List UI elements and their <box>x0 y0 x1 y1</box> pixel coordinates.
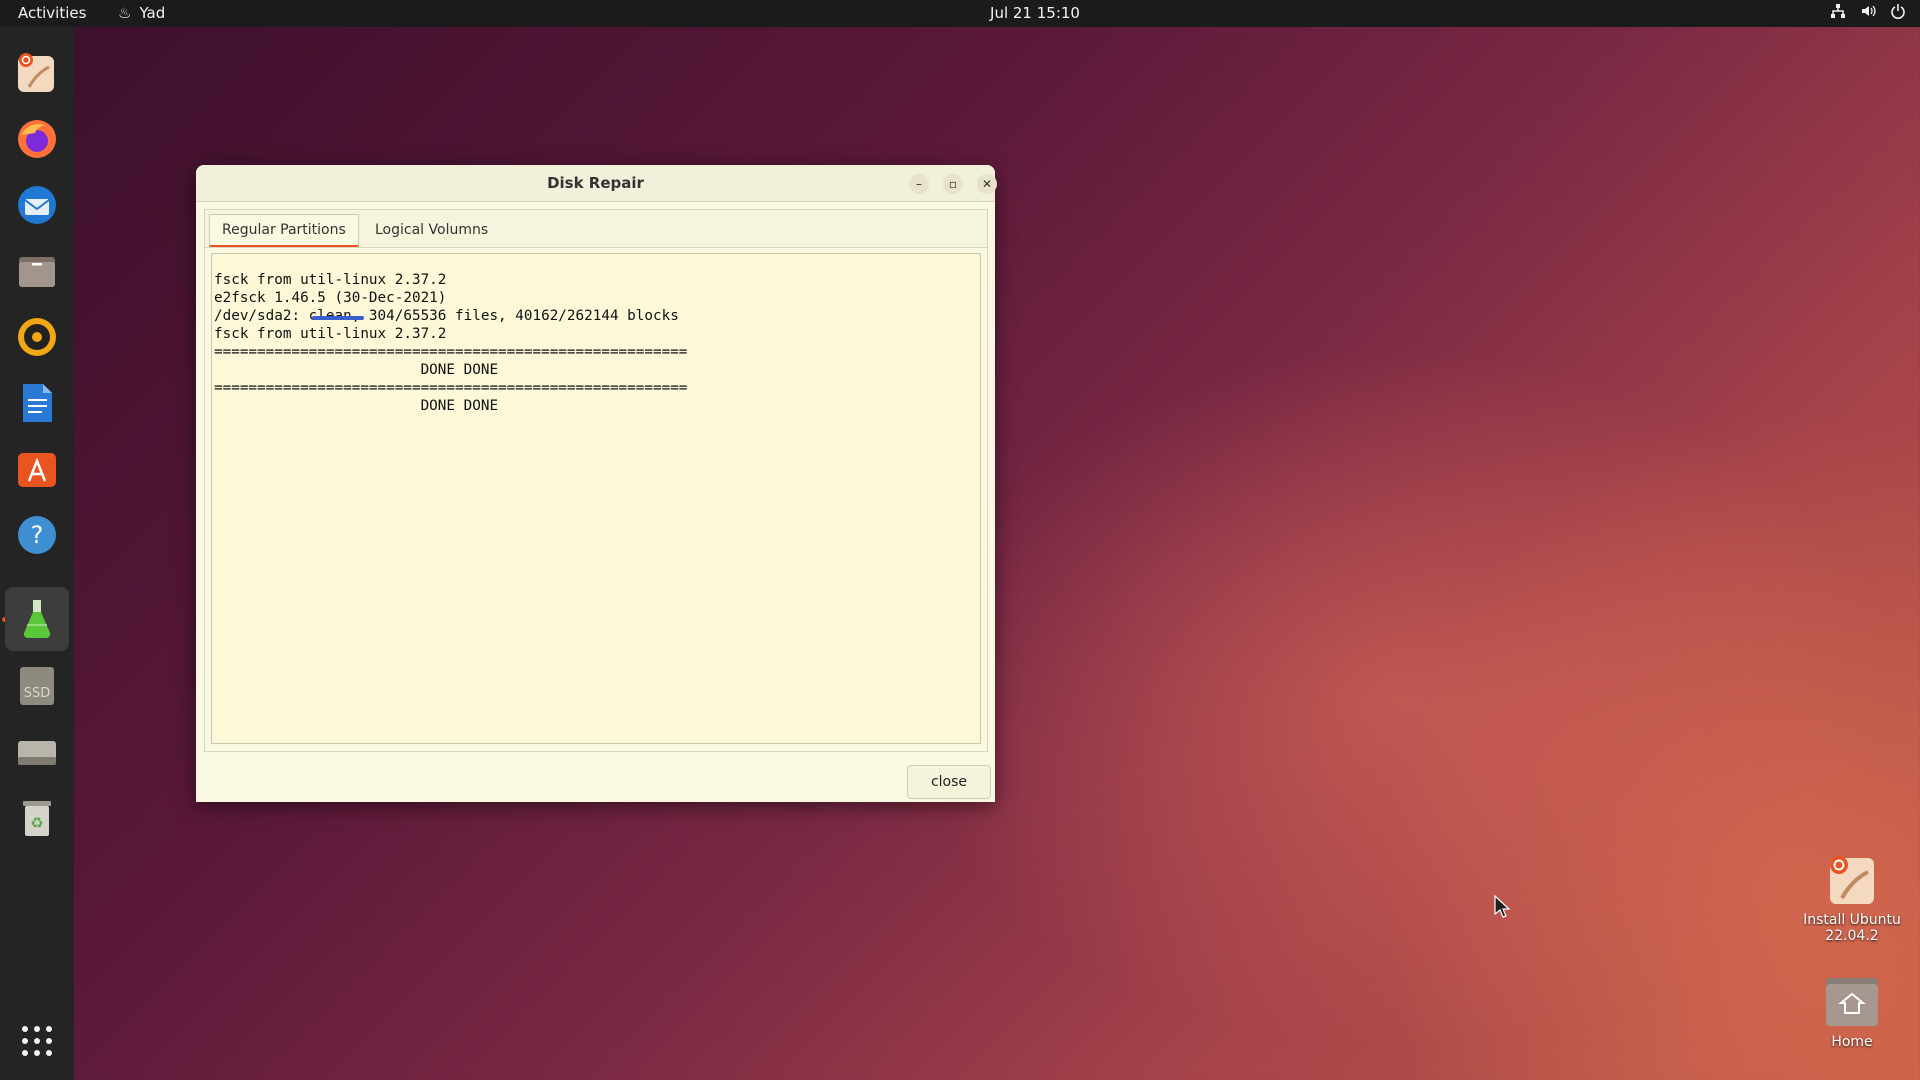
minimize-icon[interactable]: – <box>909 174 929 194</box>
tab-panel: fsck from util-linux 2.37.2 e2fsck 1.46.… <box>204 247 988 752</box>
ubuntu-installer-icon[interactable] <box>13 49 61 97</box>
network-icon[interactable] <box>1830 3 1846 23</box>
mouse-cursor-icon <box>1494 894 1511 923</box>
disk-repair-window: Disk Repair – ▫ ✕ Regular Partitions Log… <box>196 165 997 802</box>
install-ubuntu-label-line2: 22.04.2 <box>1825 928 1879 944</box>
install-ubuntu-label-line1: Install Ubuntu <box>1803 912 1901 928</box>
ssd-icon-label: SSD <box>24 686 51 701</box>
app-center-icon[interactable] <box>13 445 61 493</box>
rhythmbox-icon[interactable] <box>13 313 61 361</box>
home-folder-icon <box>1822 978 1882 1034</box>
yad-flask-icon[interactable] <box>5 587 69 651</box>
volume-icon[interactable] <box>1860 3 1876 23</box>
window-title: Disk Repair <box>547 174 644 192</box>
tab-regular-partitions[interactable]: Regular Partitions <box>209 214 359 248</box>
firefox-icon[interactable] <box>13 115 61 163</box>
top-bar: Activities ♨ Yad Jul 21 15:10 <box>0 0 1920 27</box>
selection-underline <box>312 316 364 320</box>
trash-icon[interactable]: ♻ <box>13 793 61 841</box>
close-button[interactable]: close <box>907 765 991 799</box>
ssd-icon[interactable]: SSD <box>13 661 61 709</box>
tab-bar: Regular Partitions Logical Volumns <box>204 209 988 248</box>
window-titlebar[interactable]: Disk Repair – ▫ ✕ <box>196 165 997 202</box>
drive-icon[interactable] <box>13 727 61 775</box>
help-icon[interactable]: ? <box>13 511 61 559</box>
app-grid-icon[interactable] <box>13 1017 61 1065</box>
svg-text:♻: ♻ <box>30 814 43 832</box>
writer-icon[interactable] <box>13 379 61 427</box>
clock[interactable]: Jul 21 15:10 <box>0 4 1920 22</box>
system-tray[interactable] <box>1830 3 1906 23</box>
output-textview[interactable]: fsck from util-linux 2.37.2 e2fsck 1.46.… <box>211 253 981 744</box>
maximize-icon[interactable]: ▫ <box>943 174 963 194</box>
dock: ? SSD ♻ <box>0 27 74 1080</box>
files-icon[interactable] <box>13 247 61 295</box>
desktop-home[interactable]: Home <box>1787 974 1917 1050</box>
desktop-install-ubuntu[interactable]: Install Ubuntu 22.04.2 <box>1787 852 1917 944</box>
tab-logical-volumns[interactable]: Logical Volumns <box>363 214 500 246</box>
home-label: Home <box>1831 1034 1873 1050</box>
install-ubuntu-icon <box>1824 856 1880 912</box>
svg-text:?: ? <box>31 521 44 549</box>
thunderbird-icon[interactable] <box>13 181 61 229</box>
close-icon[interactable]: ✕ <box>977 174 997 194</box>
output-text: fsck from util-linux 2.37.2 e2fsck 1.46.… <box>214 272 688 414</box>
power-icon[interactable] <box>1890 3 1906 23</box>
